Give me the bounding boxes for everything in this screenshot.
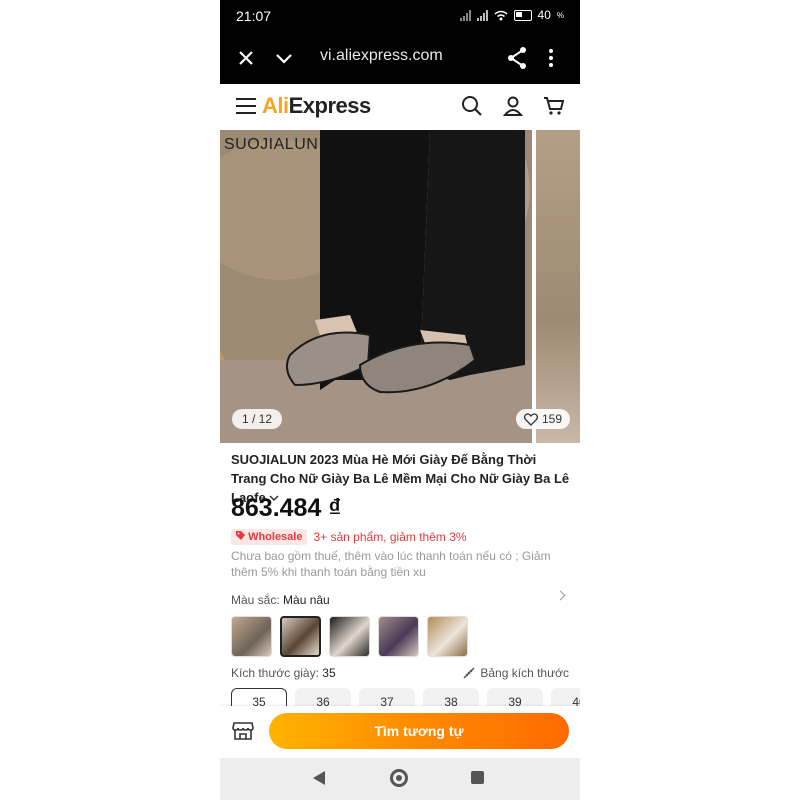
color-swatch[interactable]	[231, 616, 272, 657]
wishlist-button[interactable]: 159	[515, 409, 570, 429]
tax-note: Chưa bao gồm thuế, thêm vào lúc thanh to…	[231, 549, 551, 579]
chevron-right-icon[interactable]	[555, 590, 566, 601]
selected-size: 35	[322, 666, 336, 680]
heart-icon	[523, 412, 538, 426]
wholesale-badge: Wholesale	[231, 529, 308, 545]
size-chart-link[interactable]: Bảng kích thước	[463, 666, 569, 680]
account-icon[interactable]	[501, 94, 525, 118]
likes-count: 159	[541, 412, 562, 426]
store-icon[interactable]	[232, 720, 254, 742]
color-label-text: Màu sắc:	[231, 593, 280, 607]
color-swatch[interactable]	[427, 616, 468, 657]
share-icon[interactable]	[506, 46, 528, 70]
back-icon[interactable]	[313, 771, 325, 785]
tag-icon	[236, 531, 245, 540]
battery-level: 40	[537, 8, 551, 22]
brand-watermark: SUOJIALUN	[224, 136, 319, 153]
wifi-icon	[494, 10, 507, 20]
bottom-action-bar: Tìm tương tự	[220, 706, 580, 758]
wholesale-text: 3+ sản phẩm, giảm thêm 3%	[313, 530, 467, 544]
selected-color: Màu nâu	[283, 593, 330, 607]
wholesale-promo: Wholesale 3+ sản phẩm, giảm thêm 3%	[231, 529, 467, 545]
search-icon[interactable]	[460, 94, 484, 118]
size-label-text: Kích thước giày:	[231, 666, 319, 680]
color-swatch[interactable]	[329, 616, 370, 657]
ruler-icon	[463, 667, 475, 679]
chevron-down-icon[interactable]	[274, 52, 294, 66]
product-photo[interactable]	[220, 130, 532, 443]
image-counter: 1 / 12	[232, 409, 283, 429]
product-photo-next[interactable]	[536, 130, 580, 443]
status-icons: 40%	[459, 8, 564, 22]
menu-icon[interactable]	[236, 98, 256, 119]
aliexpress-logo[interactable]: AliExpress	[262, 93, 371, 119]
color-selector-label[interactable]: Màu sắc: Màu nâu	[231, 593, 330, 607]
product-photo-illustration	[220, 130, 532, 443]
recent-apps-icon[interactable]	[471, 771, 484, 784]
more-options-icon[interactable]	[549, 49, 553, 70]
wholesale-badge-text: Wholesale	[248, 531, 303, 543]
system-nav-bar	[220, 758, 580, 800]
color-swatch[interactable]	[378, 616, 419, 657]
battery-icon	[513, 9, 532, 21]
logo-prefix: Ali	[262, 93, 289, 118]
signal-icon-2	[476, 9, 488, 21]
size-selector-label: Kích thước giày: 35	[231, 666, 336, 680]
home-icon[interactable]	[390, 769, 408, 787]
status-time: 21:07	[236, 8, 272, 24]
color-swatches	[231, 616, 468, 657]
phone-screen: 21:07 40% vi.aliexpress.com AliExpress S…	[220, 0, 580, 800]
color-swatch-selected[interactable]	[280, 616, 321, 657]
product-price: 863.484 ₫	[231, 494, 342, 522]
product-gallery[interactable]: SUOJIALUN 1 / 12 159	[220, 130, 580, 443]
status-bar: 21:07 40%	[220, 0, 580, 32]
app-header: AliExpress	[220, 84, 580, 130]
close-icon[interactable]	[236, 48, 256, 68]
cart-icon[interactable]	[542, 94, 566, 118]
browser-bar: vi.aliexpress.com	[220, 32, 580, 84]
find-similar-button[interactable]: Tìm tương tự	[269, 713, 569, 749]
signal-icon	[459, 9, 471, 21]
url-text[interactable]: vi.aliexpress.com	[320, 47, 443, 65]
logo-suffix: Express	[288, 93, 372, 118]
size-chart-text: Bảng kích thước	[480, 666, 569, 680]
